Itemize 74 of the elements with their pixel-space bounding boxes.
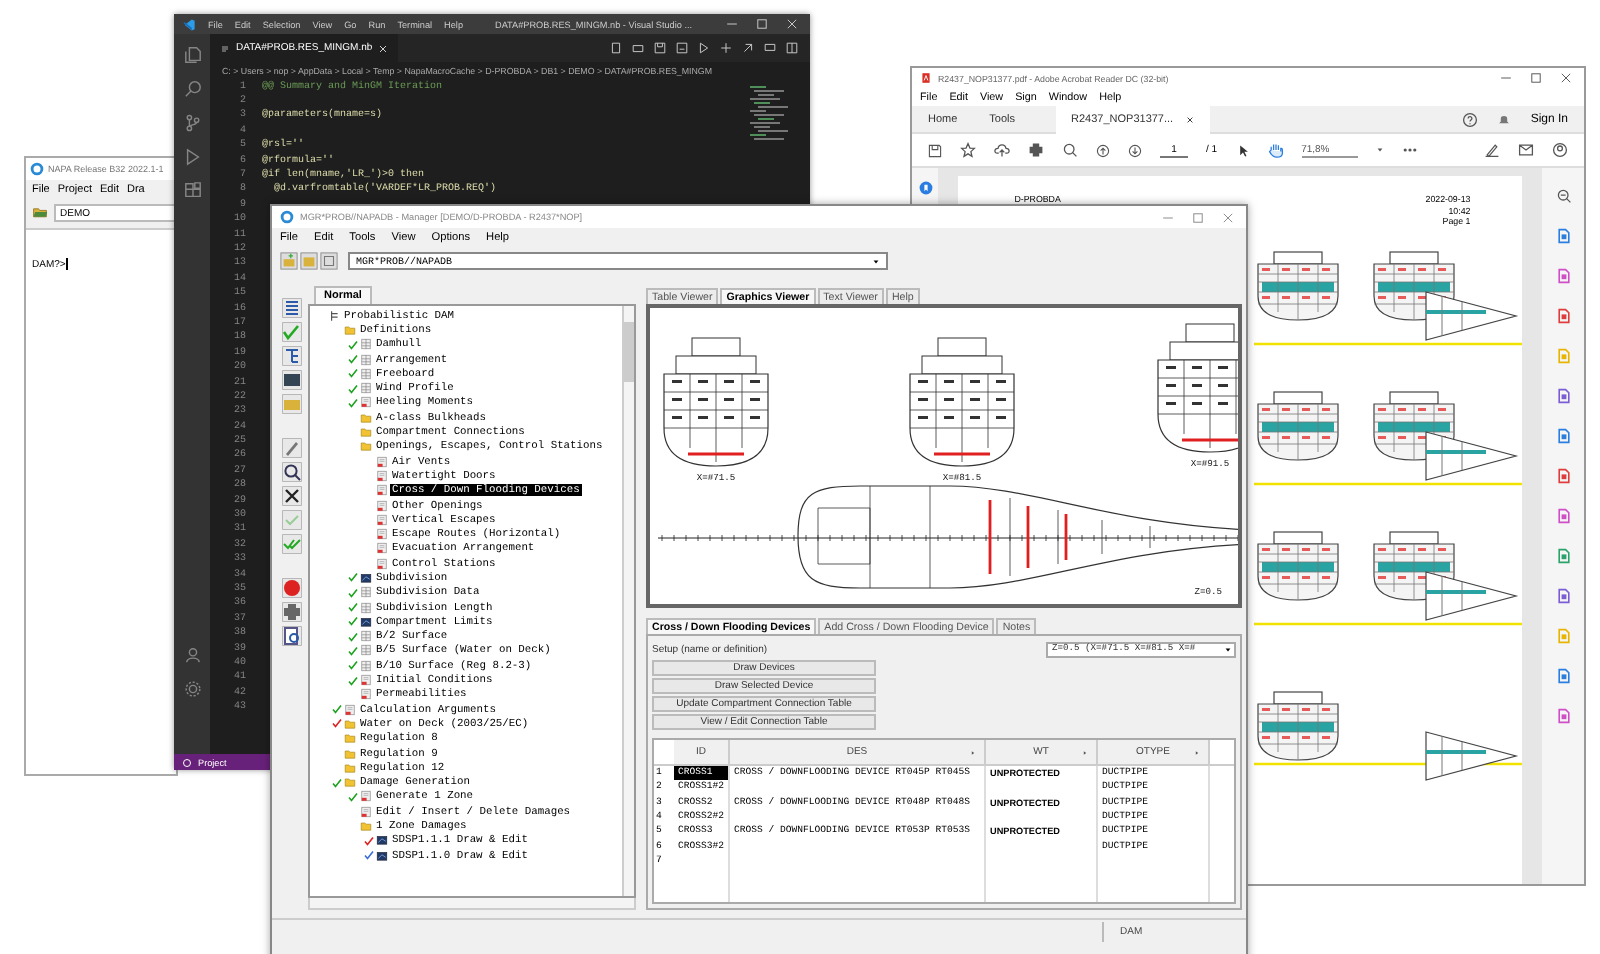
maximize-icon[interactable] [1530,72,1542,84]
account-icon[interactable] [1552,142,1568,158]
close-icon[interactable] [1185,115,1194,123]
zoom-icon[interactable] [1555,188,1572,204]
tool-icon[interactable] [1555,708,1572,724]
check-icon[interactable] [282,322,302,342]
toolbar-icon[interactable] [720,42,732,54]
app-logo-icon [30,162,44,176]
folder-icon [360,820,372,833]
pointer-icon[interactable] [1235,143,1250,157]
save-icon[interactable] [320,252,338,270]
hull-section-drawing [663,337,769,467]
minimize-icon[interactable] [726,18,738,30]
tree-icon[interactable] [282,346,302,366]
reader-logo-icon [920,72,932,84]
tool-icon[interactable] [1555,588,1572,604]
play-icon[interactable] [183,148,201,166]
folder-icon [32,204,48,220]
tool-icon[interactable] [1555,668,1572,684]
bookmark-icon[interactable] [917,180,934,196]
delete-icon[interactable] [282,486,302,506]
tool-icon[interactable] [1555,548,1572,564]
folder-icon [344,323,356,336]
search-icon[interactable] [1062,142,1078,158]
bell-icon[interactable] [1496,111,1513,127]
damage-icon [360,615,372,628]
tool-icon[interactable] [1555,468,1572,484]
extensions-icon[interactable] [183,182,201,200]
list-icon[interactable] [282,298,302,318]
arrow-up-icon[interactable] [1096,143,1110,157]
toolbar-icon[interactable] [698,42,710,54]
double-tick-icon[interactable] [282,534,302,554]
mail-icon[interactable] [1518,142,1534,158]
app-logo-icon [280,210,294,224]
branch-icon[interactable] [183,114,201,132]
toolbar-icon[interactable] [676,42,688,54]
toolbar-icon[interactable] [654,42,666,54]
editor-logo-icon [182,17,196,31]
tool-icon[interactable] [1555,308,1572,324]
toolbar-icon[interactable] [764,42,776,54]
account-icon[interactable] [183,646,201,664]
document-icon [344,703,356,716]
file-icon [220,43,230,53]
toolbar-icon[interactable] [786,42,798,54]
damage-icon [360,571,372,584]
hull-section-drawing [909,337,1015,467]
caret-icon[interactable] [872,257,880,265]
cloud-upload-icon[interactable] [994,142,1010,158]
star-icon[interactable] [960,142,976,158]
search-icon[interactable] [183,80,201,98]
tool-icon[interactable] [1555,228,1572,244]
settings-icon[interactable] [183,680,201,698]
zoom-icon[interactable] [282,462,302,482]
tool-icon[interactable] [1555,508,1572,524]
text-cursor [65,258,67,270]
pen-icon[interactable] [1484,142,1500,158]
hand-icon[interactable] [1267,142,1284,158]
scrollbar-thumb[interactable] [624,322,634,382]
caret-icon[interactable] [1224,645,1232,653]
stop-icon[interactable] [282,578,302,598]
edit-icon[interactable] [282,438,302,458]
horizontal-scrollbar[interactable] [308,898,636,910]
arrow-down-icon[interactable] [1128,143,1142,157]
help-icon[interactable] [1462,111,1479,127]
table-icon[interactable] [282,370,302,390]
tool-icon[interactable] [1555,428,1572,444]
tool-icon[interactable] [1555,388,1572,404]
toolbar-icon[interactable] [742,42,754,54]
close-icon[interactable] [1560,72,1572,84]
tool-icon[interactable] [1555,268,1572,284]
tree-root-icon [328,309,340,322]
files-icon[interactable] [183,46,201,64]
preview-icon[interactable] [282,626,302,646]
save-icon[interactable] [928,143,942,157]
